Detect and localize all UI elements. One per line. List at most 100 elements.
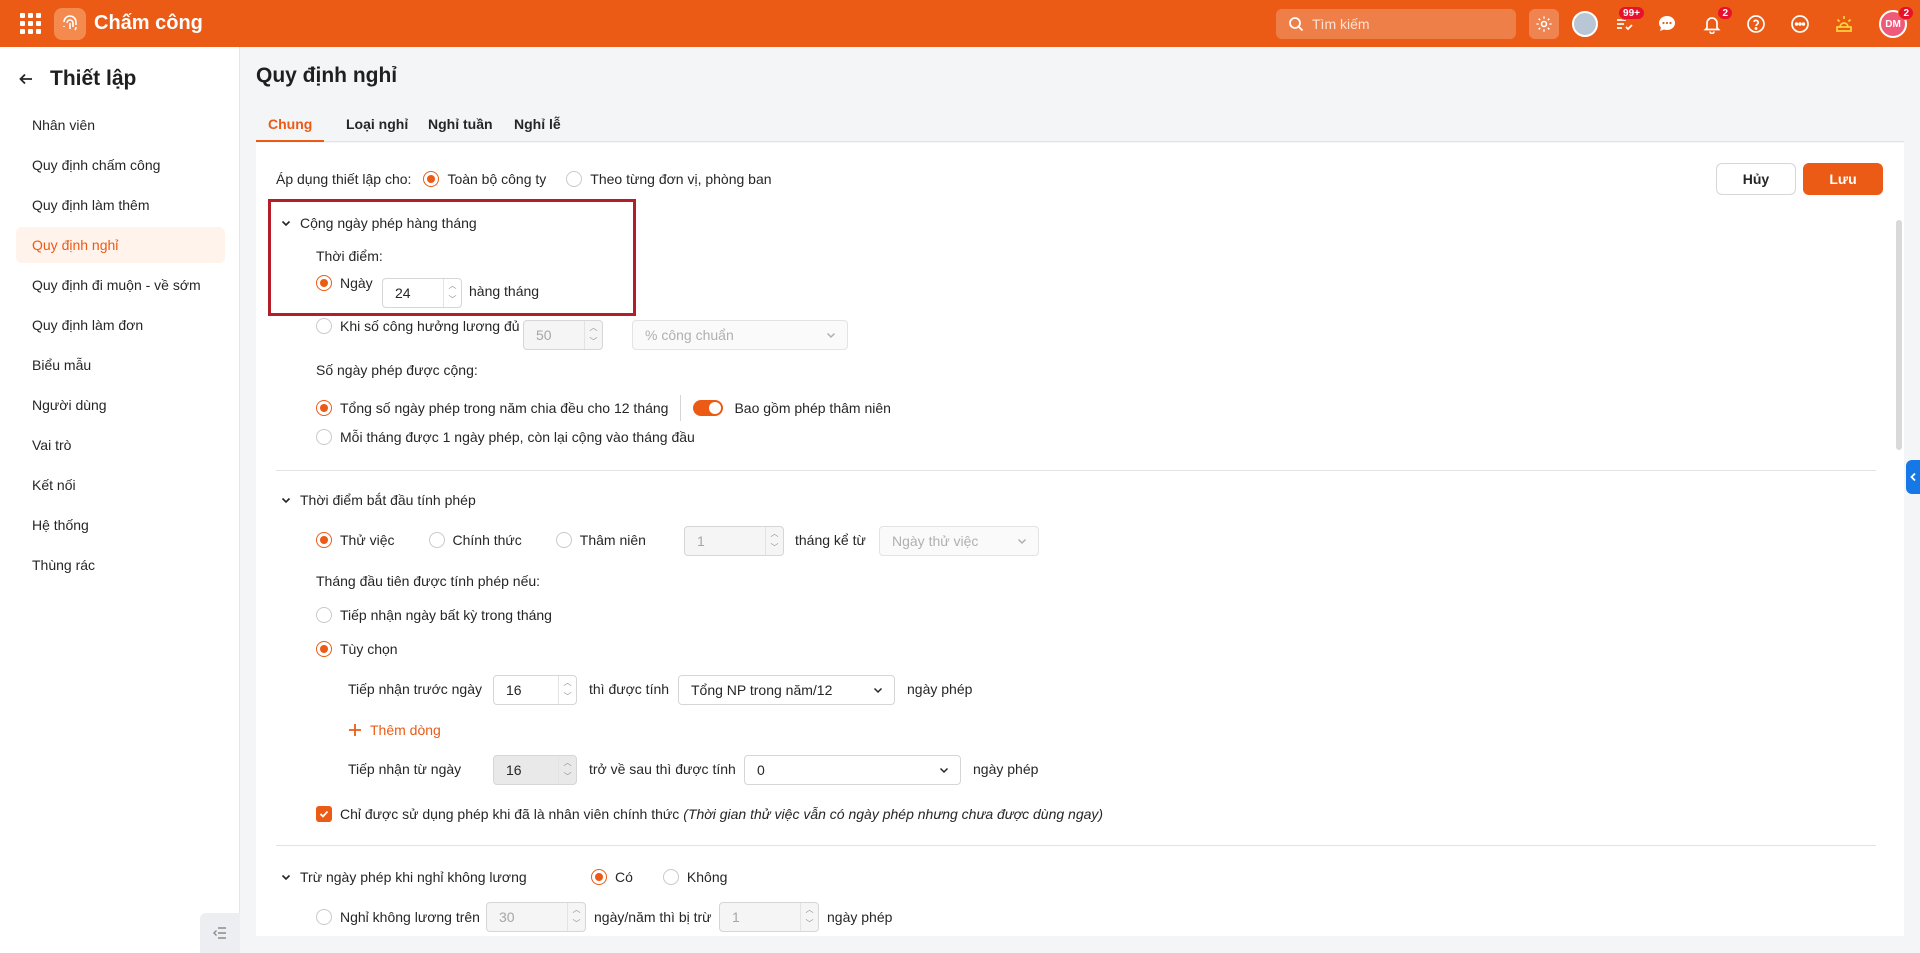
sidebar-item-nhan-vien[interactable]: Nhân viên	[16, 107, 225, 143]
highlight-box	[268, 199, 636, 316]
tab-nghi-tuan[interactable]: Nghỉ tuần	[416, 106, 505, 142]
search-input[interactable]: Tìm kiếm	[1276, 9, 1516, 39]
over-stepper[interactable]: 30 ︿ ﹀	[486, 902, 586, 932]
vertical-scrollbar[interactable]	[1896, 220, 1902, 450]
count-opt1-row: Tổng số ngày phép trong năm chia đều cho…	[316, 395, 891, 421]
gear-icon[interactable]	[1529, 9, 1559, 39]
fingerprint-logo-icon	[54, 7, 86, 40]
sidebar-item-di-muon-ve-som[interactable]: Quy định đi muộn - về sớm	[16, 267, 225, 303]
check-icon	[319, 810, 329, 818]
stepper-arrows-icon[interactable]: ︿ ﹀	[765, 527, 783, 555]
radio-deduct-no[interactable]	[662, 869, 679, 885]
sidebar-item-vai-tro[interactable]: Vai trò	[16, 427, 225, 463]
formula-select[interactable]: Tổng NP trong năm/12	[678, 675, 895, 705]
radio-any-day[interactable]	[316, 607, 332, 623]
sidebar-item-quy-dinh-nghi[interactable]: Quy định nghỉ	[16, 227, 225, 263]
count-opt2-label: Mỗi tháng được 1 ngày phép, còn lại cộng…	[340, 429, 695, 445]
tab-loai-nghi[interactable]: Loại nghỉ	[334, 106, 420, 142]
radio-seniority[interactable]	[555, 532, 572, 548]
radio-units-label: Theo từng đơn vị, phòng ban	[590, 171, 772, 187]
from-date-select[interactable]: Ngày thử việc	[879, 526, 1039, 556]
chevron-down-icon	[939, 767, 949, 774]
official-only-label: Chỉ được sử dụng phép khi đã là nhân viê…	[340, 806, 680, 822]
sidebar-item-thung-rac[interactable]: Thùng rác	[16, 547, 225, 583]
collapse-sidebar-icon[interactable]	[200, 913, 240, 953]
stepper-arrows-icon[interactable]: ︿ ﹀	[584, 321, 602, 349]
add-line-label: Thêm dòng	[370, 722, 441, 738]
tab-bar: Chung Loại nghỉ Nghỉ tuần Nghỉ lễ	[256, 106, 1904, 142]
tab-chung[interactable]: Chung	[256, 106, 325, 142]
sun-icon[interactable]	[1829, 9, 1859, 39]
from-stepper[interactable]: 16 ︿ ﹀	[493, 755, 577, 785]
over-label: Nghỉ không lương trên	[340, 909, 480, 925]
minus-value: 1	[732, 909, 740, 925]
stepper-arrows-icon[interactable]: ︿ ﹀	[567, 903, 585, 931]
sidebar-item-quy-dinh-cham-cong[interactable]: Quy định chấm công	[16, 147, 225, 183]
chevron-down-icon	[281, 874, 291, 881]
radio-probation[interactable]	[316, 532, 332, 548]
when-unit-select[interactable]: % công chuẩn	[632, 320, 848, 350]
help-icon[interactable]	[1741, 9, 1771, 39]
minus-stepper[interactable]: 1 ︿ ﹀	[719, 902, 819, 932]
section-deduct[interactable]: Trừ ngày phép khi nghỉ không lương	[280, 869, 527, 885]
apply-row: Áp dụng thiết lập cho: Toàn bộ công ty T…	[276, 171, 772, 187]
stepper-arrows-icon[interactable]: ︿ ﹀	[558, 676, 576, 704]
save-button[interactable]: Lưu	[1803, 163, 1883, 195]
user-avatar[interactable]: DM 2	[1878, 6, 1914, 39]
stepper-arrows-icon[interactable]: ︿ ﹀	[800, 903, 818, 931]
add-line-button[interactable]: Thêm dòng	[348, 722, 441, 738]
sidebar-item-he-thong[interactable]: Hệ thống	[16, 507, 225, 543]
official-only-checkbox[interactable]	[316, 806, 332, 822]
chat-icon[interactable]	[1652, 9, 1682, 39]
radio-over[interactable]	[316, 909, 332, 925]
tab-nghi-le[interactable]: Nghỉ lễ	[502, 106, 573, 142]
before-label: Tiếp nhận trước ngày	[348, 681, 482, 697]
task-badge: 99+	[1618, 6, 1645, 20]
before-stepper[interactable]: 16 ︿ ﹀	[493, 675, 577, 705]
radio-company[interactable]	[423, 171, 440, 187]
search-icon	[1289, 17, 1304, 32]
custom-row: Tùy chọn	[316, 641, 398, 657]
radio-count-opt1[interactable]	[316, 400, 332, 416]
months-stepper[interactable]: 1 ︿ ﹀	[684, 526, 784, 556]
cancel-button[interactable]: Hủy	[1716, 163, 1796, 195]
sidebar-item-quy-dinh-lam-them[interactable]: Quy định làm thêm	[16, 187, 225, 223]
sidebar-item-nguoi-dung[interactable]: Người dùng	[16, 387, 225, 423]
side-panel-toggle-icon[interactable]	[1906, 460, 1920, 494]
radio-official[interactable]	[428, 532, 445, 548]
from-date-placeholder: Ngày thử việc	[892, 533, 979, 549]
days-unit: ngày phép	[907, 681, 973, 697]
apps-grid-icon[interactable]	[16, 10, 44, 38]
task-icon[interactable]: 99+	[1609, 6, 1645, 39]
radio-units[interactable]	[566, 171, 583, 187]
avatar-icon[interactable]	[1570, 9, 1600, 39]
radio-deduct-yes[interactable]	[591, 869, 607, 885]
when-row: Khi số công hưởng lương đủ	[316, 318, 520, 334]
divider	[680, 395, 682, 421]
back-arrow-icon[interactable]	[18, 71, 34, 87]
sidebar-item-ket-noi[interactable]: Kết nối	[16, 467, 225, 503]
any-day-row: Tiếp nhận ngày bất kỳ trong tháng	[316, 607, 552, 623]
stepper-arrows-icon[interactable]: ︿ ﹀	[558, 756, 576, 784]
custom-label: Tùy chọn	[340, 641, 398, 657]
sidebar-item-quy-dinh-lam-don[interactable]: Quy định làm đơn	[16, 307, 225, 343]
seniority-toggle[interactable]	[693, 400, 724, 416]
radio-custom[interactable]	[316, 641, 332, 657]
radio-count-opt2[interactable]	[316, 429, 332, 445]
sidebar-item-bieu-mau[interactable]: Biểu mẫu	[16, 347, 225, 383]
radio-when[interactable]	[316, 318, 332, 334]
from-label: Tiếp nhận từ ngày	[348, 761, 462, 777]
after-select[interactable]: 0	[744, 755, 961, 785]
user-badge: 2	[1898, 6, 1914, 20]
sidebar: Thiết lập Nhân viên Quy định chấm công Q…	[0, 47, 240, 953]
section-start[interactable]: Thời điểm bắt đầu tính phép	[280, 492, 476, 508]
bell-icon[interactable]: 2	[1697, 6, 1733, 39]
search-placeholder: Tìm kiếm	[1312, 16, 1370, 32]
more-icon[interactable]	[1785, 9, 1815, 39]
after-label: trở về sau thì được tính	[589, 761, 736, 777]
when-stepper[interactable]: 50 ︿ ﹀	[523, 320, 603, 350]
then-label: thì được tính	[589, 681, 670, 697]
top-bar: Chấm công Tìm kiếm 99+ 2 DM 2	[0, 0, 1920, 47]
months-value: 1	[697, 533, 705, 549]
page-title: Quy định nghỉ	[256, 64, 398, 87]
